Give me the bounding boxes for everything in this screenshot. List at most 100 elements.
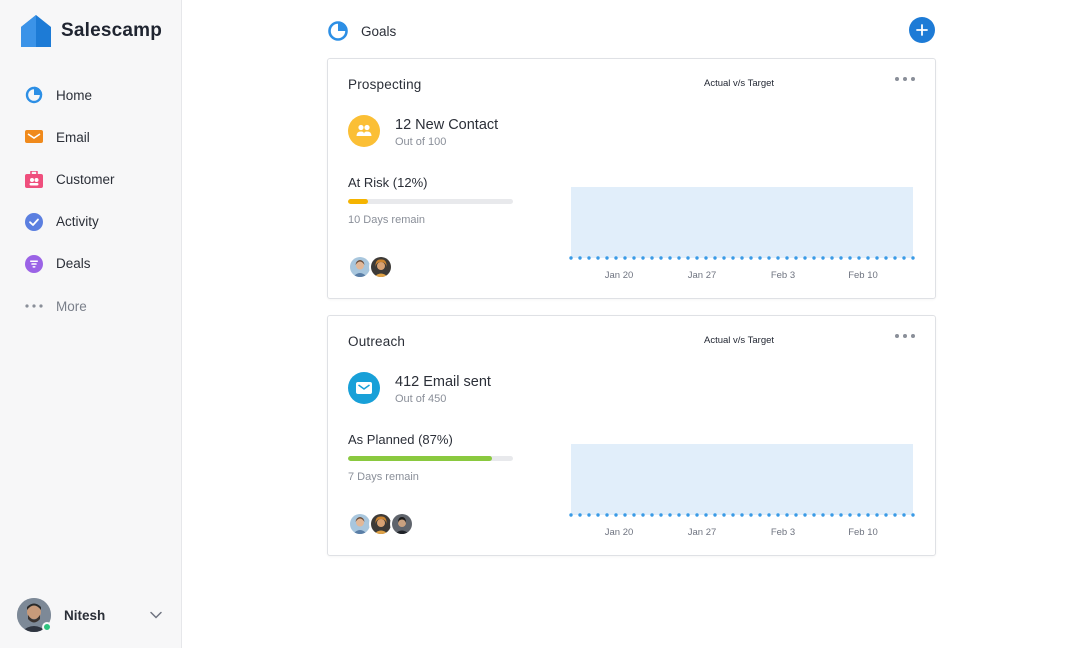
chart-baseline-dot [569, 256, 573, 260]
chart-baseline-dot [857, 513, 861, 517]
goal-progress-fill [348, 456, 492, 461]
user-menu[interactable]: Nitesh [17, 597, 167, 633]
chart-legend-label: Actual v/s Target [704, 78, 775, 89]
brand[interactable]: Salescamp [20, 14, 162, 48]
goal-days-remain: 10 Days remain [348, 214, 426, 226]
chart-baseline-dot [848, 256, 852, 260]
chart-baseline-dot [659, 513, 663, 517]
chart-baseline-dot [668, 513, 672, 517]
chart-baseline-dot [794, 256, 798, 260]
chart-legend-label: Actual v/s Target [704, 335, 775, 346]
goal-status: At Risk (12%) [348, 175, 428, 190]
sidebar-item-label: More [56, 298, 87, 314]
chart-baseline-dot [785, 256, 789, 260]
chart-baseline-dot [632, 513, 636, 517]
chart-baseline-dot [731, 513, 735, 517]
chart-baseline-dot [758, 256, 762, 260]
member-avatar[interactable] [390, 512, 414, 536]
chart-baseline-dot [803, 513, 807, 517]
chart-baseline-dot [767, 513, 771, 517]
users-icon [348, 115, 380, 147]
goal-card-prospecting: Prospecting Actual v/s Target 12 New Con… [327, 58, 936, 299]
sidebar-item-label: Deals [56, 256, 91, 272]
chart-x-tick-label: Feb 3 [771, 527, 795, 538]
chart-baseline-dot [740, 256, 744, 260]
chart-baseline-dot [704, 513, 708, 517]
chart-baseline-dot [911, 513, 915, 517]
chart-baseline-dot [803, 256, 807, 260]
sidebar-item-label: Activity [56, 214, 99, 230]
chart-baseline-dot [641, 256, 645, 260]
sidebar-item-home[interactable]: Home [0, 74, 182, 116]
mail-icon [25, 128, 43, 146]
sidebar-item-deals[interactable]: Deals [0, 243, 182, 285]
chart-x-tick-label: Jan 27 [688, 270, 717, 281]
chart-baseline-dot [866, 513, 870, 517]
goal-members [348, 255, 393, 279]
actual-vs-target-chart: Jan 20 Jan 27 Feb 3 Feb 10 [569, 187, 915, 281]
more-dots-icon [25, 297, 43, 315]
chart-baseline-dot [686, 513, 690, 517]
chart-baseline-dot [821, 256, 825, 260]
chart-x-tick-label: Jan 27 [688, 527, 717, 538]
sidebar-item-customer[interactable]: Customer [0, 158, 182, 200]
chart-baseline-dot [767, 256, 771, 260]
chart-baseline-dot [695, 513, 699, 517]
user-name: Nitesh [64, 607, 106, 623]
goal-members [348, 512, 414, 536]
chart-baseline-dot [623, 513, 627, 517]
chart-baseline-dot [821, 513, 825, 517]
goals-header: Goals [327, 17, 935, 44]
chart-baseline-dot [731, 256, 735, 260]
chart-baseline-dot [740, 513, 744, 517]
goal-metric-value: 412 Email sent [395, 374, 491, 390]
chart-baseline-dot [875, 256, 879, 260]
app-name: Salescamp [61, 20, 163, 41]
chart-baseline-dot [686, 256, 690, 260]
chart-baseline-dot [812, 513, 816, 517]
chart-x-tick-label: Feb 10 [848, 527, 878, 538]
sidebar-item-label: Customer [56, 171, 115, 187]
plus-icon [916, 24, 928, 36]
card-more-menu-icon[interactable] [895, 330, 915, 342]
chart-baseline-dot [641, 513, 645, 517]
sidebar-item-email[interactable]: Email [0, 116, 182, 158]
chart-baseline-dot [614, 513, 618, 517]
envelope-icon [348, 372, 380, 404]
chart-x-tick-label: Jan 20 [605, 527, 634, 538]
customer-icon [25, 170, 43, 188]
chart-baseline-dot [776, 513, 780, 517]
add-goal-button[interactable] [909, 17, 935, 43]
chart-baseline-dot [875, 513, 879, 517]
chevron-down-icon[interactable] [149, 608, 163, 622]
chart-baseline-dot [578, 513, 582, 517]
avatar [17, 598, 52, 632]
deals-filter-icon [25, 254, 43, 273]
sidebar-item-activity[interactable]: Activity [0, 201, 182, 243]
chart-baseline-dot [677, 513, 681, 517]
chart-baseline-dot [704, 256, 708, 260]
sidebar-nav: Home Email Customer Activity Deals More [0, 74, 182, 327]
sidebar-item-more[interactable]: More [0, 285, 182, 327]
chart-baseline-dot [605, 256, 609, 260]
chart-baseline-dot [884, 513, 888, 517]
chart-baseline-dot [713, 513, 717, 517]
chart-x-tick-label: Feb 10 [848, 270, 878, 281]
sidebar-item-label: Email [56, 129, 90, 145]
chart-baseline-dot [596, 513, 600, 517]
goal-card-outreach: Outreach Actual v/s Target 412 Email sen… [327, 315, 936, 556]
card-more-menu-icon[interactable] [895, 73, 915, 85]
chart-x-tick-label: Feb 3 [771, 270, 795, 281]
sidebar: Salescamp Home Email Customer Activity D… [0, 0, 182, 648]
sidebar-item-label: Home [56, 87, 93, 103]
chart-target-area [571, 444, 913, 515]
member-avatar[interactable] [369, 255, 393, 279]
chart-baseline-dot [623, 256, 627, 260]
goal-metric-value: 12 New Contact [395, 117, 499, 133]
chart-baseline-dot [893, 256, 897, 260]
chart-baseline-dot [884, 256, 888, 260]
chart-baseline-dot [650, 256, 654, 260]
chart-baseline-dot [578, 256, 582, 260]
chart-baseline-dot [902, 256, 906, 260]
goal-progress-fill [348, 199, 368, 204]
